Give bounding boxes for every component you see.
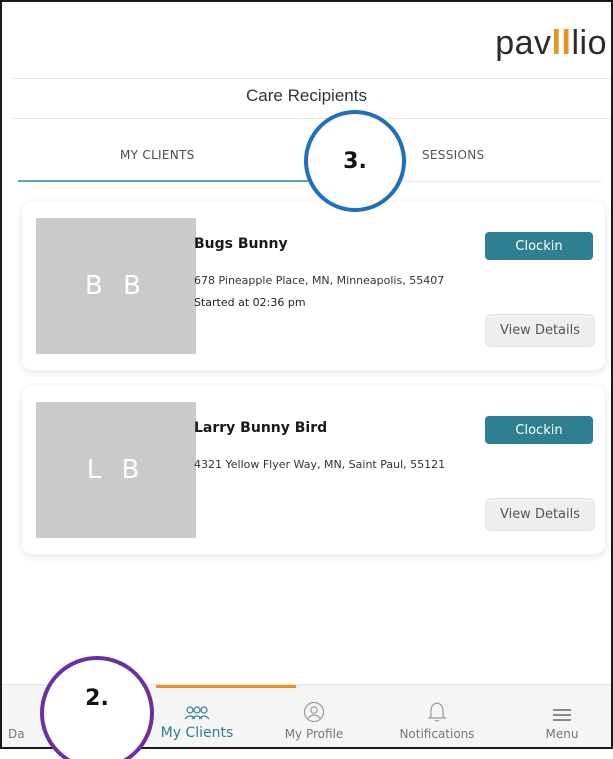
nav-notifications[interactable]: Notifications — [382, 685, 492, 747]
nav-my-clients-label: My Clients — [160, 725, 234, 741]
view-details-button[interactable]: View Details — [485, 314, 595, 347]
page-title: Care Recipients — [246, 86, 367, 105]
nav-notifications-label: Notifications — [399, 727, 475, 741]
tab-my-clients[interactable]: MY CLIENTS — [120, 148, 195, 162]
bell-icon — [427, 702, 447, 722]
client-avatar: B B — [36, 218, 196, 354]
annotation-marker-3: 3. — [304, 110, 406, 212]
nav-menu-label: Menu — [545, 727, 579, 741]
client-card: B B Bugs Bunny 678 Pineapple Place, MN, … — [22, 202, 605, 370]
nav-my-clients[interactable]: My Clients — [142, 685, 252, 747]
nav-my-profile[interactable]: My Profile — [264, 685, 364, 747]
client-avatar: L B — [36, 402, 196, 538]
tab-sessions[interactable]: SESSIONS — [422, 148, 484, 162]
clockin-button[interactable]: Clockin — [485, 416, 593, 444]
nav-dashboard-label: Da — [8, 727, 25, 741]
view-details-button[interactable]: View Details — [485, 498, 595, 531]
client-address: 678 Pineapple Place, MN, Minneapolis, 55… — [194, 274, 445, 287]
app-frame: pavlllio Care Recipients MY CLIENTS SESS… — [0, 0, 613, 749]
people-icon — [184, 706, 210, 720]
pavillio-logo: pavlllio — [495, 24, 607, 62]
header-divider — [12, 78, 611, 79]
active-tab-indicator — [18, 180, 318, 182]
client-name: Bugs Bunny — [194, 236, 288, 252]
client-card: L B Larry Bunny Bird 4321 Yellow Flyer W… — [22, 386, 605, 554]
client-name: Larry Bunny Bird — [194, 420, 328, 436]
session-started-time: Started at 02:36 pm — [194, 296, 306, 309]
client-address: 4321 Yellow Flyer Way, MN, Saint Paul, 5… — [194, 458, 446, 471]
hamburger-icon — [553, 709, 571, 721]
annotation-marker-2: 2. — [40, 656, 154, 759]
clockin-button[interactable]: Clockin — [485, 232, 593, 260]
title-divider — [12, 118, 611, 119]
nav-menu[interactable]: Menu — [522, 685, 602, 747]
user-circle-icon — [303, 701, 325, 723]
nav-my-profile-label: My Profile — [284, 727, 344, 741]
